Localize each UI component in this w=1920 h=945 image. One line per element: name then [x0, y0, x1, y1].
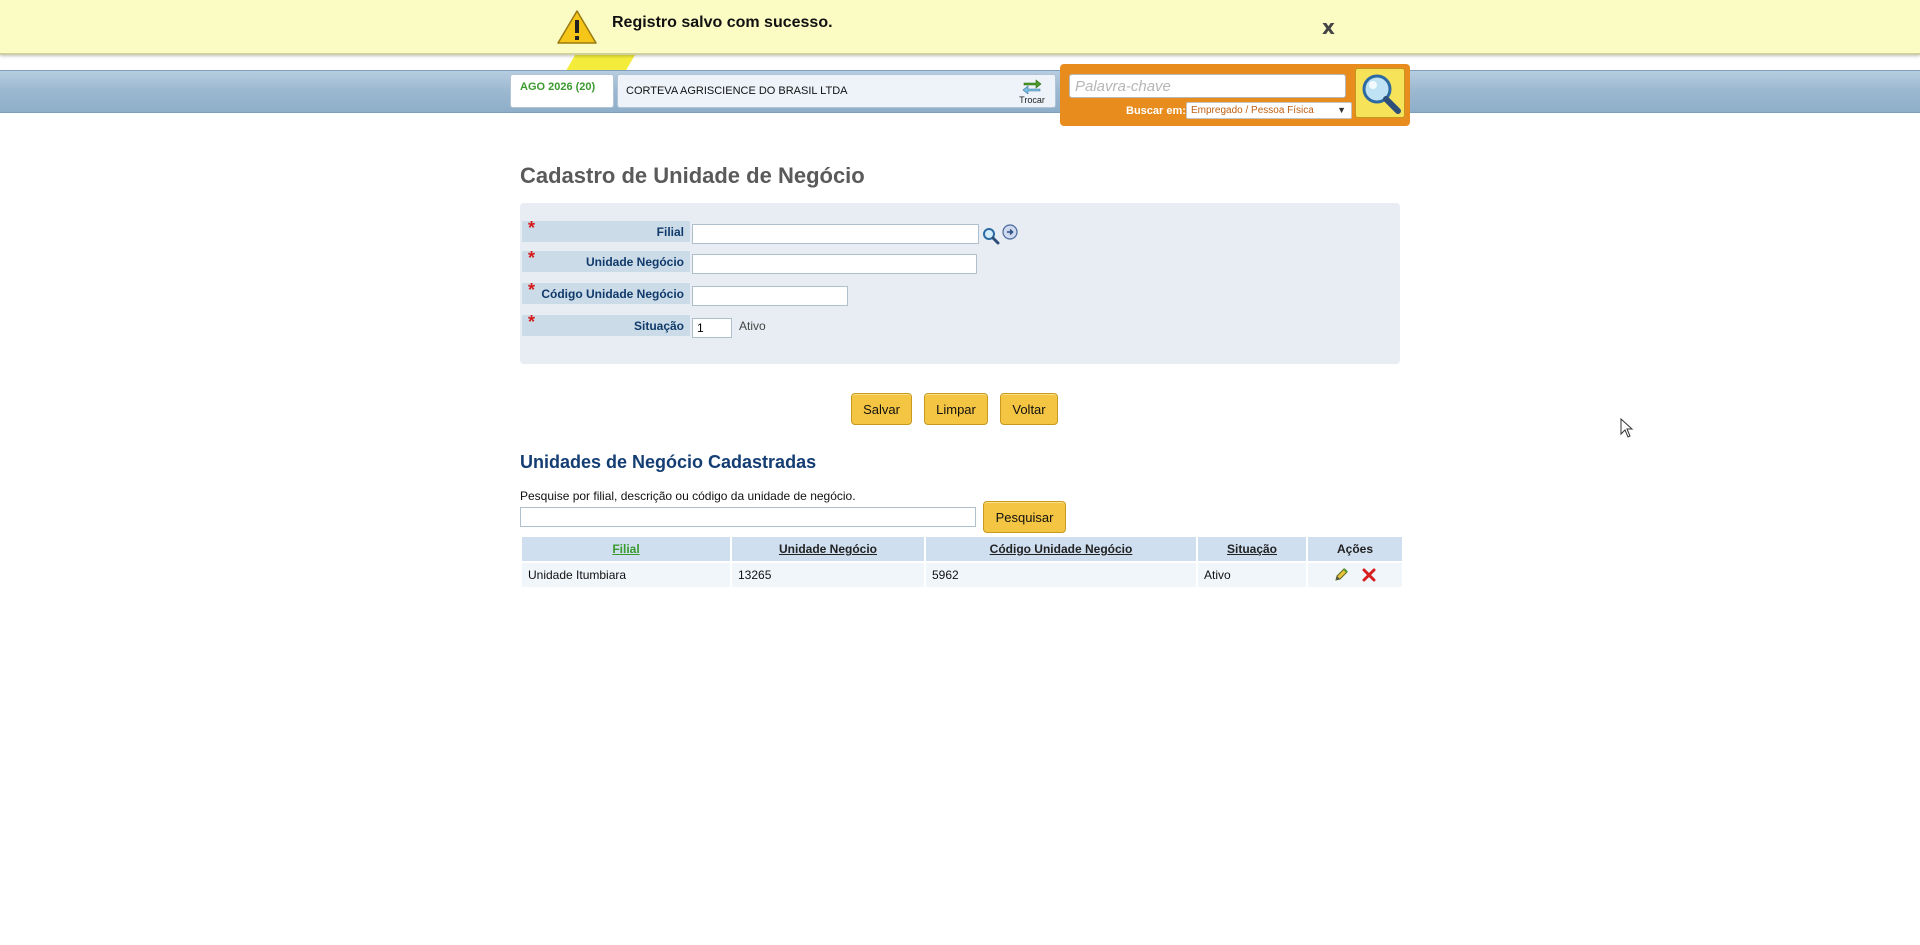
company-box: CORTEVA AGRISCIENCE DO BRASIL LTDA Troca…: [617, 74, 1056, 108]
cell-situacao: Ativo: [1198, 563, 1306, 587]
situacao-label: Situação: [633, 319, 684, 333]
warning-icon: [557, 10, 597, 44]
back-button[interactable]: Voltar: [1000, 393, 1058, 425]
situacao-status-text: Ativo: [739, 319, 766, 333]
form-row-filial: * Filial: [520, 218, 1400, 245]
edit-pencil-icon[interactable]: [1333, 567, 1349, 583]
form-row-unidade: * Unidade Negócio: [520, 248, 1400, 275]
clear-button[interactable]: Limpar: [924, 393, 988, 425]
delete-x-icon[interactable]: [1361, 567, 1377, 583]
cell-filial: Unidade Itumbiara: [522, 563, 730, 587]
form-row-codigo: * Código Unidade Negócio: [520, 280, 1400, 307]
global-search-panel: Buscar em: Empregado / Pessoa Física ▼: [1060, 64, 1410, 126]
table-header-row: Filial Unidade Negócio Código Unidade Ne…: [522, 537, 1402, 561]
form-row-situacao: * Situação Ativo: [520, 312, 1400, 339]
column-header-filial[interactable]: Filial: [522, 537, 730, 561]
filial-label: Filial: [656, 225, 684, 239]
search-in-label: Buscar em:: [1126, 105, 1186, 117]
filial-label-cell: * Filial: [522, 218, 690, 242]
codigo-input[interactable]: [692, 286, 848, 306]
page-title: Cadastro de Unidade de Negócio: [520, 163, 865, 188]
mouse-cursor-icon: [1620, 418, 1634, 438]
column-header-acoes: Ações: [1308, 537, 1402, 561]
switch-label: Trocar: [1019, 95, 1045, 105]
close-notification-button[interactable]: x: [1322, 15, 1335, 39]
cell-unidade: 13265: [732, 563, 924, 587]
success-notification: Registro salvo com sucesso. x: [0, 0, 1920, 55]
results-table: Filial Unidade Negócio Código Unidade Ne…: [520, 535, 1404, 589]
search-in-value: Empregado / Pessoa Física: [1191, 105, 1314, 116]
list-search-hint: Pesquise por filial, descrição ou código…: [520, 489, 856, 503]
column-header-situacao[interactable]: Situação: [1198, 537, 1306, 561]
table-row: Unidade Itumbiara 13265 5962 Ativo: [522, 563, 1402, 587]
filial-input[interactable]: [692, 224, 979, 244]
list-section-title: Unidades de Negócio Cadastradas: [520, 452, 817, 472]
codigo-label-cell: * Código Unidade Negócio: [522, 280, 690, 304]
required-marker: *: [528, 248, 536, 268]
period-selector[interactable]: AGO 2026 (20): [510, 74, 614, 108]
list-search-input[interactable]: [520, 507, 976, 527]
unidade-input[interactable]: [692, 254, 977, 274]
situacao-label-cell: * Situação: [522, 312, 690, 336]
dropdown-arrow-icon: ▼: [1337, 105, 1346, 115]
list-search-button[interactable]: Pesquisar: [983, 501, 1066, 533]
switch-arrows-icon: [1022, 79, 1042, 94]
unidade-label-cell: * Unidade Negócio: [522, 248, 690, 272]
situacao-input[interactable]: [692, 318, 732, 338]
filial-go-icon[interactable]: [1002, 224, 1018, 240]
notification-message: Registro salvo com sucesso.: [612, 14, 833, 31]
magnifier-icon: [1362, 74, 1401, 114]
required-marker: *: [528, 312, 536, 332]
switch-company-button[interactable]: Trocar: [1017, 78, 1047, 105]
search-in-select[interactable]: Empregado / Pessoa Física ▼: [1186, 102, 1352, 119]
cell-actions: [1308, 563, 1402, 587]
column-header-unidade[interactable]: Unidade Negócio: [732, 537, 924, 561]
required-marker: *: [528, 280, 536, 300]
keyword-input[interactable]: [1069, 74, 1346, 98]
codigo-label: Código Unidade Negócio: [541, 287, 684, 301]
company-name: CORTEVA AGRISCIENCE DO BRASIL LTDA: [626, 85, 848, 97]
column-header-codigo[interactable]: Código Unidade Negócio: [926, 537, 1196, 561]
required-marker: *: [528, 218, 536, 238]
save-button[interactable]: Salvar: [851, 393, 912, 425]
global-search-button[interactable]: [1355, 68, 1405, 118]
period-label: AGO 2026 (20): [520, 81, 596, 93]
unidade-label: Unidade Negócio: [585, 255, 684, 269]
filial-search-icon[interactable]: [982, 227, 1000, 245]
form-panel: * Filial * Unidade Negócio * Código Unid…: [520, 203, 1400, 364]
cell-codigo: 5962: [926, 563, 1196, 587]
